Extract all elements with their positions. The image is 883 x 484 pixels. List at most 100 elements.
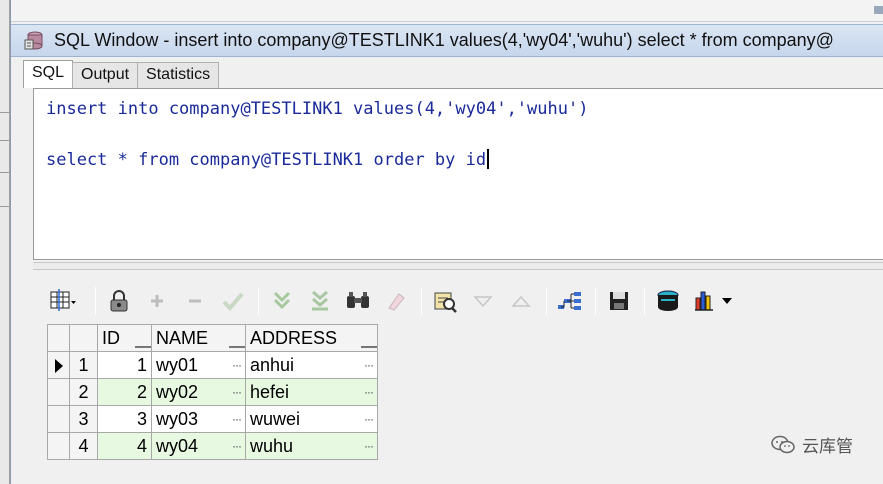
results-grid-area: ID NAME ADDRESS 1 1 wy01 ··· anhui ··· 2 2 bbox=[41, 322, 883, 484]
cell-id[interactable]: 3 bbox=[97, 405, 152, 433]
find-button[interactable] bbox=[343, 286, 373, 316]
row-number[interactable]: 4 bbox=[69, 432, 98, 460]
cell-value: wuhu bbox=[250, 435, 294, 456]
exact-query-button[interactable] bbox=[555, 286, 585, 316]
add-record-button[interactable] bbox=[142, 286, 172, 316]
chevron-down-icon bbox=[722, 298, 732, 304]
cell-ellipsis-button[interactable]: ··· bbox=[364, 412, 374, 426]
post-changes-button[interactable] bbox=[218, 286, 248, 316]
fetch-last-page-button[interactable] bbox=[305, 286, 335, 316]
cell-ellipsis-button[interactable]: ··· bbox=[364, 358, 374, 372]
clear-icon bbox=[388, 293, 405, 311]
cell-address[interactable]: anhui ··· bbox=[245, 351, 378, 379]
lock-button[interactable] bbox=[104, 286, 134, 316]
watermark-text: 云库管 bbox=[802, 437, 853, 457]
title-bar[interactable]: SQL Window - insert into company@TESTLIN… bbox=[11, 24, 883, 57]
cell-value: hefei bbox=[250, 381, 290, 402]
grid-options-button[interactable] bbox=[41, 286, 85, 316]
cell-value: anhui bbox=[250, 354, 295, 375]
cell-ellipsis-button[interactable]: ··· bbox=[232, 439, 242, 453]
current-row-arrow-icon bbox=[54, 358, 63, 373]
results-grid[interactable]: ID NAME ADDRESS 1 1 wy01 ··· anhui ··· 2 2 bbox=[47, 324, 378, 460]
cell-value: wy03 bbox=[156, 408, 199, 429]
table-row[interactable]: 3 3 wy03 ··· wuwei ··· bbox=[47, 405, 378, 433]
row-number[interactable]: 3 bbox=[69, 405, 98, 433]
cell-address[interactable]: wuhu ··· bbox=[245, 432, 378, 460]
chart-button[interactable] bbox=[691, 286, 735, 316]
chart-icon bbox=[695, 291, 713, 311]
window-top-edge bbox=[11, 0, 883, 22]
sql-window: SQL Window - insert into company@TESTLIN… bbox=[10, 0, 883, 484]
row-indicator[interactable] bbox=[47, 432, 70, 460]
delete-record-icon bbox=[189, 299, 201, 303]
column-header-address[interactable]: ADDRESS bbox=[245, 324, 378, 352]
save-results-button[interactable] bbox=[604, 286, 634, 316]
cell-value: wy01 bbox=[156, 354, 199, 375]
cell-id[interactable]: 2 bbox=[97, 378, 152, 406]
cell-address[interactable]: hefei ··· bbox=[245, 378, 378, 406]
text-caret bbox=[487, 149, 490, 169]
tab-output[interactable]: Output bbox=[72, 62, 139, 88]
cell-value: wuwei bbox=[250, 408, 301, 429]
row-number[interactable]: 1 bbox=[69, 351, 98, 379]
cell-name[interactable]: wy02 ··· bbox=[151, 378, 246, 406]
row-number[interactable]: 2 bbox=[69, 378, 98, 406]
cell-ellipsis-button[interactable]: ··· bbox=[232, 385, 242, 399]
column-header-id[interactable]: ID bbox=[97, 324, 152, 352]
toolbar-separator bbox=[595, 287, 596, 315]
tab-strip: SQL Output Statistics bbox=[23, 60, 220, 88]
sql-line-1: insert into company@TESTLINK1 values(4,'… bbox=[46, 99, 589, 119]
clear-button[interactable] bbox=[381, 286, 411, 316]
column-header-label: ID bbox=[102, 327, 120, 348]
column-header-label: ADDRESS bbox=[250, 327, 338, 348]
cell-ellipsis-button[interactable]: ··· bbox=[364, 385, 374, 399]
fetch-next-page-icon bbox=[273, 291, 291, 310]
cell-name[interactable]: wy04 ··· bbox=[151, 432, 246, 460]
cell-id[interactable]: 1 bbox=[97, 351, 152, 379]
table-row[interactable]: 1 1 wy01 ··· anhui ··· bbox=[47, 351, 378, 379]
toolbar-separator bbox=[95, 287, 96, 315]
sql-editor[interactable]: insert into company@TESTLINK1 values(4,'… bbox=[33, 88, 883, 260]
toolbar-separator bbox=[258, 287, 259, 315]
delete-record-button[interactable] bbox=[180, 286, 210, 316]
row-indicator[interactable] bbox=[47, 351, 70, 379]
window-title: SQL Window - insert into company@TESTLIN… bbox=[54, 30, 834, 50]
column-header-label: NAME bbox=[156, 327, 209, 348]
sort-ascending-icon bbox=[511, 295, 531, 307]
sql-line-2: select * from company@TESTLINK1 order by… bbox=[46, 150, 487, 170]
tab-statistics[interactable]: Statistics bbox=[137, 62, 220, 88]
cell-name[interactable]: wy03 ··· bbox=[151, 405, 246, 433]
watermark: 云库管 bbox=[770, 432, 853, 457]
table-row[interactable]: 4 4 wy04 ··· wuhu ··· bbox=[47, 432, 378, 460]
cell-ellipsis-button[interactable]: ··· bbox=[364, 439, 374, 453]
fetch-next-page-button[interactable] bbox=[267, 286, 297, 316]
grid-corner-2[interactable] bbox=[69, 324, 98, 352]
exact-query-icon bbox=[558, 292, 581, 310]
column-header-name[interactable]: NAME bbox=[151, 324, 246, 352]
cell-ellipsis-button[interactable]: ··· bbox=[232, 358, 242, 372]
toolbar-separator bbox=[421, 287, 422, 315]
row-indicator[interactable] bbox=[47, 405, 70, 433]
database-icon bbox=[24, 30, 46, 52]
sort-descending-icon bbox=[473, 296, 493, 308]
wechat-icon bbox=[771, 435, 795, 453]
export-button[interactable] bbox=[653, 286, 683, 316]
grid-corner[interactable] bbox=[47, 324, 70, 352]
toolbar-separator bbox=[546, 287, 547, 315]
query-by-example-button[interactable] bbox=[430, 286, 460, 316]
cell-id[interactable]: 4 bbox=[97, 432, 152, 460]
lock-icon bbox=[110, 290, 128, 312]
row-indicator[interactable] bbox=[47, 378, 70, 406]
sort-ascending-button[interactable] bbox=[506, 286, 536, 316]
tab-sql[interactable]: SQL bbox=[23, 60, 74, 88]
sort-descending-button[interactable] bbox=[468, 286, 498, 316]
pane-splitter[interactable] bbox=[33, 262, 883, 270]
toolbar-separator bbox=[644, 287, 645, 315]
cell-ellipsis-button[interactable]: ··· bbox=[232, 412, 242, 426]
cell-name[interactable]: wy01 ··· bbox=[151, 351, 246, 379]
background-window-edge bbox=[0, 0, 10, 484]
grid-header-row: ID NAME ADDRESS bbox=[47, 324, 378, 352]
cell-address[interactable]: wuwei ··· bbox=[245, 405, 378, 433]
table-row[interactable]: 2 2 wy02 ··· hefei ··· bbox=[47, 378, 378, 406]
find-icon bbox=[347, 292, 369, 308]
